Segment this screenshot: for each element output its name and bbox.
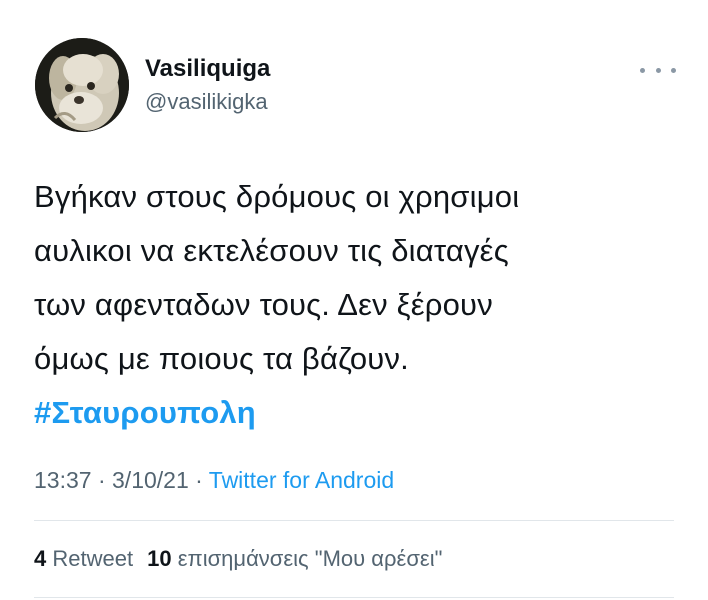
tweet-stats: 4 Retweet 10 επισημάνσεις "Μου αρέσει" [34,545,442,573]
more-dots-icon [671,67,676,73]
tweet-date[interactable]: 3/10/21 [112,467,189,493]
display-name[interactable]: Vasiliquiga [145,55,270,83]
likes-stat[interactable]: 10 επισημάνσεις "Μου αρέσει" [147,546,442,571]
avatar[interactable] [35,38,129,132]
more-dots-icon [640,67,645,73]
hashtag-link[interactable]: #Σταυρουπολη [34,386,674,440]
tweet-text-line: των αφενταδων τους. Δεν ξέρουν [34,287,493,322]
like-label: επισημάνσεις "Μου αρέσει" [177,546,443,571]
more-options-button[interactable] [640,58,676,82]
like-count: 10 [147,546,172,571]
divider [34,597,674,598]
divider [34,520,674,521]
tweet-text-line: Βγήκαν στους δρόμους οι χρησιμοι [34,179,520,214]
meta-separator: · [188,467,209,493]
tweet-time[interactable]: 13:37 [34,467,92,493]
retweet-label: Retweet [52,546,134,571]
tweet-meta: 13:37 · 3/10/21 · Twitter for Android [34,466,394,494]
more-dots-icon [655,67,661,73]
tweet-source-link[interactable]: Twitter for Android [209,467,394,493]
meta-separator: · [91,467,113,493]
retweet-count: 4 [34,546,47,571]
dog-avatar-icon [35,38,129,132]
tweet-text-line: αυλικοι να εκτελέσουν τις διαταγές [34,233,509,268]
tweet-card: Vasiliquiga @vasilikigka Βγήκαν στους δρ… [0,0,708,600]
user-handle[interactable]: @vasilikigka [145,89,268,115]
retweets-stat[interactable]: 4 Retweet [34,546,133,571]
tweet-text: Βγήκαν στους δρόμους οι χρησιμοι αυλικοι… [34,170,674,440]
tweet-text-line: όμως με ποιους τα βάζουν. [34,341,409,376]
